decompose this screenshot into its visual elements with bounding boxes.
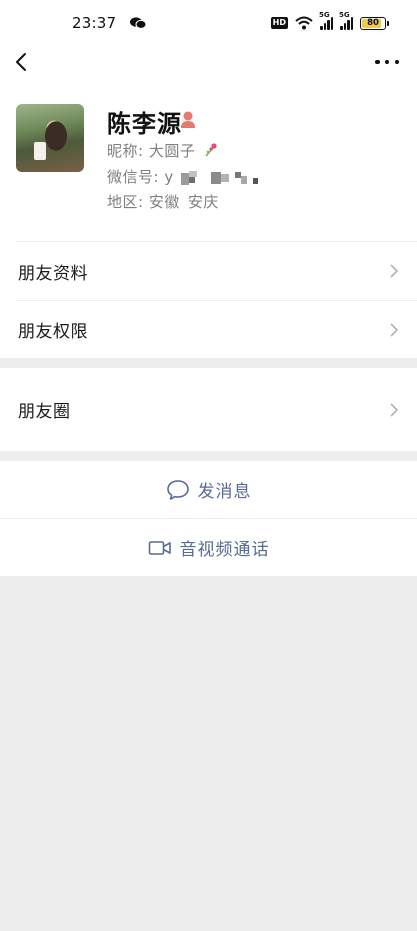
profile-name: 陈李源 [107, 110, 182, 138]
signal-strength-icon-2: 5G [339, 11, 353, 30]
more-options-icon[interactable] [375, 53, 399, 71]
chevron-right-icon [390, 322, 399, 337]
friend-info-label: 朋友资料 [18, 263, 88, 284]
moments-section: 朋友圈 [0, 368, 417, 451]
wechat-id-label: 微信号: [107, 168, 160, 186]
send-message-label: 发消息 [197, 482, 252, 502]
battery-level: 80 [367, 18, 379, 28]
video-call-button[interactable]: 音视频通话 [0, 519, 417, 576]
back-arrow-icon[interactable] [12, 50, 32, 74]
send-message-button[interactable]: 发消息 [0, 461, 417, 518]
wifi-icon [295, 16, 313, 30]
signal-strength-icon-1: 5G [319, 11, 333, 30]
female-gender-icon [181, 111, 195, 128]
flower-emoji-icon [205, 143, 217, 157]
status-time: 23:37 [72, 14, 117, 32]
video-call-label: 音视频通话 [179, 540, 270, 560]
sim2-network-label: 5G [339, 10, 350, 19]
wechat-id-mosaic [181, 169, 271, 185]
status-bar: 23:37 HD 5G 5G 80 [0, 0, 417, 46]
wechat-id-line: 微信号: y [107, 166, 271, 187]
nickname-value: 大圆子 [148, 142, 196, 160]
nickname-label: 昵称: [107, 142, 144, 160]
chevron-right-icon [390, 402, 399, 417]
friend-info-row[interactable]: 朋友资料 [0, 242, 417, 300]
battery-icon: 80 [360, 16, 386, 30]
region-city: 安庆 [187, 193, 219, 211]
video-camera-icon [148, 540, 171, 555]
status-icons: HD 5G 5G 80 [270, 11, 389, 30]
friend-permissions-row[interactable]: 朋友权限 [0, 301, 417, 358]
friend-permissions-label: 朋友权限 [18, 322, 88, 342]
moments-row[interactable]: 朋友圈 [0, 368, 417, 451]
moments-label: 朋友圈 [18, 402, 71, 422]
chat-bubble-icon [166, 479, 189, 500]
region-province: 安徽 [148, 193, 180, 211]
sim1-network-label: 5G [319, 10, 330, 19]
hd-badge: HD [270, 17, 288, 29]
actions-section: 发消息 音视频通话 [0, 461, 417, 576]
region-line: 地区: 安徽 安庆 [107, 191, 219, 212]
region-label: 地区: [107, 193, 144, 211]
nickname-line: 昵称: 大圆子 [107, 140, 218, 161]
wechat-id-value: y [164, 168, 174, 186]
chevron-right-icon [390, 264, 399, 278]
avatar[interactable] [16, 104, 84, 172]
wechat-notification-icon [130, 17, 147, 29]
